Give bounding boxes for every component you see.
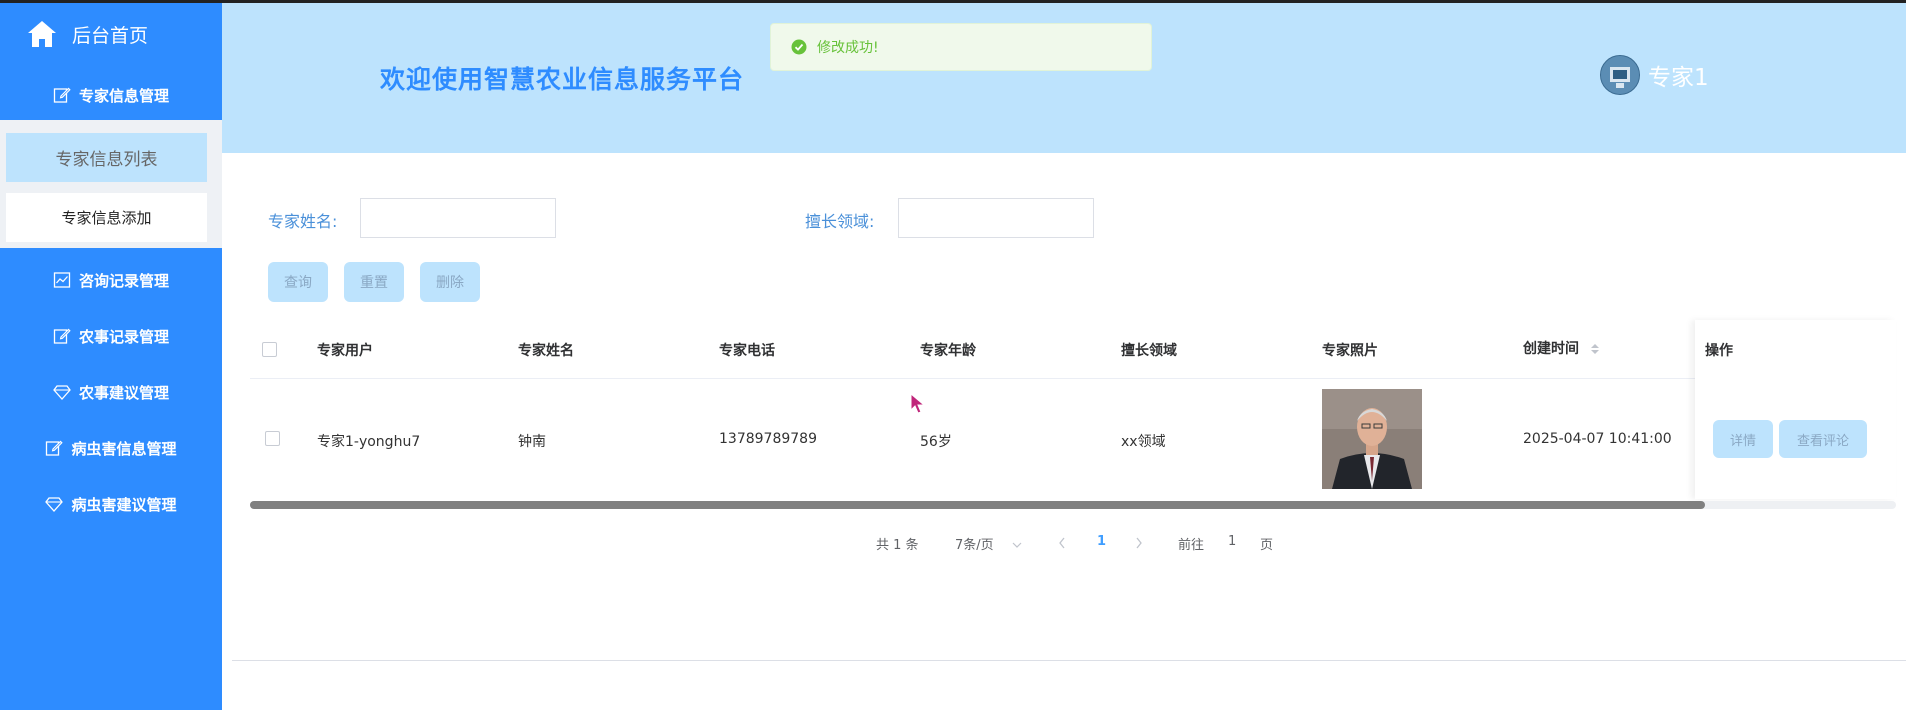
horizontal-scrollbar[interactable] xyxy=(250,501,1896,509)
mouse-cursor-icon xyxy=(910,393,926,414)
column-header: 专家姓名 xyxy=(518,343,574,359)
username: 专家1 xyxy=(1648,65,1709,91)
cell-expertise-field: xx领域 xyxy=(1121,434,1166,450)
goto-suffix: 页 xyxy=(1260,538,1274,553)
sidebar-item-label: 专家信息管理 xyxy=(78,86,169,105)
sidebar-item-farm-advice[interactable]: 农事建议管理 xyxy=(0,367,222,417)
submenu-item-label: 专家信息列表 xyxy=(55,150,158,170)
sidebar-item-pest-info[interactable]: 病虫害信息管理 xyxy=(0,423,222,473)
user-menu[interactable]: 专家1 xyxy=(1600,55,1709,95)
sidebar: 后台首页 专家信息管理 专家信息列表 专家信息添加 咨询记录管理 农事记录管理 xyxy=(0,3,222,710)
footer-divider xyxy=(232,660,1906,661)
pagination-total: 共 1 条 xyxy=(876,538,919,553)
sidebar-item-pest-advice[interactable]: 病虫害建议管理 xyxy=(0,479,222,529)
submenu-item-expert-list[interactable]: 专家信息列表 xyxy=(6,133,207,182)
column-header: 操作 xyxy=(1705,343,1733,359)
cell-expert-user: 专家1-yonghu7 xyxy=(317,434,421,450)
chart-icon xyxy=(53,272,71,288)
delete-button[interactable]: 删除 xyxy=(420,262,480,302)
view-comments-button[interactable]: 查看评论 xyxy=(1779,420,1867,458)
toast-message: 修改成功! xyxy=(817,40,879,56)
column-header: 专家用户 xyxy=(317,343,373,359)
column-header: 擅长领域 xyxy=(1121,343,1177,359)
expertise-field-input[interactable] xyxy=(898,198,1094,238)
page-number-current[interactable]: 1 xyxy=(1097,534,1106,549)
expert-name-input[interactable] xyxy=(360,198,556,238)
sidebar-item-expert-info[interactable]: 专家信息管理 xyxy=(0,70,222,120)
prev-page-icon[interactable] xyxy=(1058,537,1066,549)
table-row: 专家1-yonghu7 钟南 13789789789 56岁 xx领域 2025… xyxy=(250,379,1896,499)
sidebar-item-consult-records[interactable]: 咨询记录管理 xyxy=(0,255,222,305)
select-all-checkbox[interactable] xyxy=(262,342,277,357)
operations-column: 操作 详情 查看评论 xyxy=(1695,320,1896,499)
submenu-expert-info: 专家信息列表 专家信息添加 xyxy=(0,120,222,248)
sidebar-home-label: 后台首页 xyxy=(72,24,149,47)
success-toast: 修改成功! xyxy=(770,23,1152,71)
column-header-label: 创建时间 xyxy=(1523,341,1579,357)
scrollbar-thumb[interactable] xyxy=(250,501,1705,509)
reset-button[interactable]: 重置 xyxy=(344,262,404,302)
page-title: 欢迎使用智慧农业信息服务平台 xyxy=(380,65,745,94)
column-header: 专家年龄 xyxy=(920,343,976,359)
sidebar-item-farm-records[interactable]: 农事记录管理 xyxy=(0,311,222,361)
cell-expert-phone: 13789789789 xyxy=(719,431,817,447)
sidebar-item-label: 咨询记录管理 xyxy=(78,271,169,290)
portrait-image xyxy=(1322,389,1422,489)
submenu-item-label: 专家信息添加 xyxy=(61,209,152,227)
table-header: 专家用户 专家姓名 专家电话 专家年龄 擅长领域 专家照片 创建时间 xyxy=(250,320,1896,379)
header: 欢迎使用智慧农业信息服务平台 修改成功! 专家1 xyxy=(222,3,1906,153)
goto-prefix: 前往 xyxy=(1178,538,1205,553)
expert-photo[interactable] xyxy=(1322,389,1422,489)
next-page-icon[interactable] xyxy=(1135,537,1143,549)
sidebar-item-label: 农事建议管理 xyxy=(78,383,169,402)
cell-expert-name: 钟南 xyxy=(518,434,546,450)
page-size-select[interactable]: 7条/页 xyxy=(955,534,1022,553)
cell-created-time: 2025-04-07 10:41:00 xyxy=(1523,431,1672,447)
column-header-created-time[interactable]: 创建时间 xyxy=(1523,338,1600,358)
avatar-image xyxy=(1601,56,1639,94)
edit-icon xyxy=(53,328,71,344)
edit-icon xyxy=(53,87,71,103)
edit-icon xyxy=(46,440,64,456)
check-circle-icon xyxy=(791,39,807,55)
home-icon xyxy=(28,21,56,47)
goto-page-input[interactable]: 1 xyxy=(1228,534,1236,549)
column-header: 专家电话 xyxy=(719,343,775,359)
diamond-icon xyxy=(45,497,64,512)
submenu-item-expert-add[interactable]: 专家信息添加 xyxy=(6,193,207,242)
sidebar-item-label: 病虫害建议管理 xyxy=(71,495,177,514)
sort-icon[interactable] xyxy=(1590,343,1600,355)
sidebar-item-label: 病虫害信息管理 xyxy=(71,439,177,458)
row-checkbox[interactable] xyxy=(265,431,280,446)
sidebar-item-label: 农事记录管理 xyxy=(78,327,169,346)
detail-button[interactable]: 详情 xyxy=(1713,420,1773,458)
avatar xyxy=(1600,55,1640,95)
cell-expert-age: 56岁 xyxy=(920,434,952,450)
chevron-down-icon xyxy=(1012,542,1022,548)
expertise-field-label: 擅长领域: xyxy=(805,212,875,231)
expert-name-label: 专家姓名: xyxy=(268,212,338,231)
sidebar-home[interactable]: 后台首页 xyxy=(0,3,222,65)
diamond-icon xyxy=(53,385,71,400)
column-header: 专家照片 xyxy=(1322,343,1378,359)
query-button[interactable]: 查询 xyxy=(268,262,328,302)
page-size-value: 7条/页 xyxy=(955,538,994,553)
